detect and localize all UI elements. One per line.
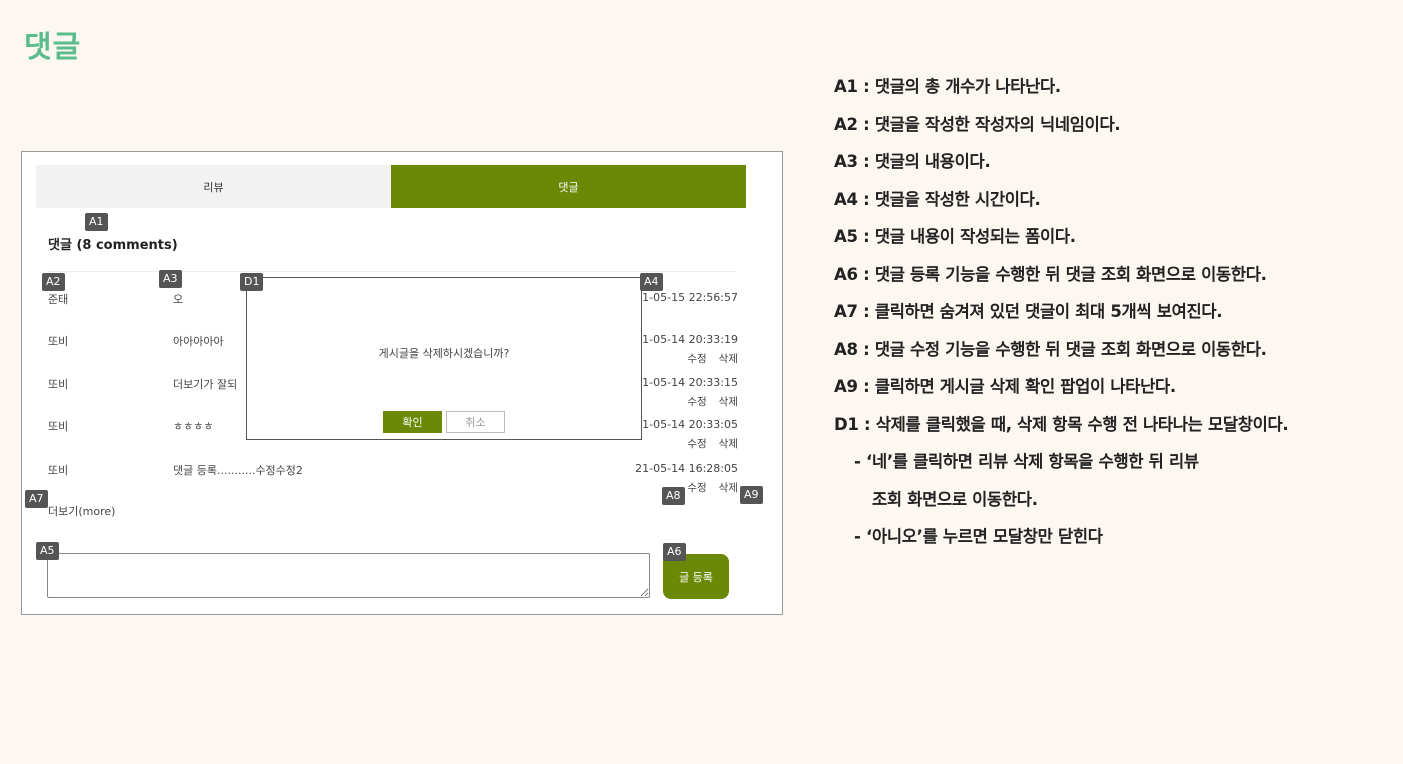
tab-comment[interactable]: 댓글 xyxy=(391,165,746,208)
comment-actions: 수정 삭제 xyxy=(675,436,738,451)
badge-d1: D1 xyxy=(240,273,264,291)
comment-time: 21-05-14 16:28:05 xyxy=(635,462,738,475)
description-line: - ‘네’를 클릭하면 리뷰 삭제 항목을 수행한 뒤 리뷰 xyxy=(854,452,1199,471)
description-line: A9 : 클릭하면 게시글 삭제 확인 팝업이 나타난다. xyxy=(834,377,1176,396)
description-line: A6 : 댓글 등록 기능을 수행한 뒤 댓글 조회 화면으로 이동한다. xyxy=(834,264,1267,284)
delete-button[interactable]: 삭제 xyxy=(719,353,738,365)
edit-button[interactable]: 수정 xyxy=(687,353,706,365)
comment-author: 또비 xyxy=(48,420,69,433)
comment-time: 21-05-14 20:33:05 xyxy=(635,418,738,431)
badge-a4: A4 xyxy=(640,273,663,291)
description-line: A3 : 댓글의 내용이다. xyxy=(834,152,991,171)
comment-actions: 수정 삭제 xyxy=(675,480,738,495)
edit-button[interactable]: 수정 xyxy=(687,396,706,408)
description-line: A5 : 댓글 내용이 작성되는 폼이다. xyxy=(834,227,1076,246)
comment-content: 아아아아아 xyxy=(173,335,224,348)
comment-time: 21-05-14 20:33:19 xyxy=(635,333,738,346)
description-line: A7 : 클릭하면 숨겨져 있던 댓글이 최대 5개씩 보여진다. xyxy=(834,302,1223,321)
edit-button[interactable]: 수정 xyxy=(687,438,706,450)
divider xyxy=(48,271,736,272)
delete-button[interactable]: 삭제 xyxy=(719,438,738,450)
modal-message: 게시글을 삭제하시겠습니까? xyxy=(378,347,510,360)
page-title: 댓글 xyxy=(24,30,82,65)
comment-actions: 수정 삭제 xyxy=(675,351,738,366)
edit-button[interactable]: 수정 xyxy=(687,482,706,494)
comment-time: 21-05-15 22:56:57 xyxy=(635,291,738,304)
comment-actions: 수정 삭제 xyxy=(675,394,738,409)
badge-a1: A1 xyxy=(85,213,108,231)
comment-content: 댓글 등록...........수정수정2 xyxy=(173,464,303,477)
description-list: A1 : 댓글의 총 개수가 나타난다. A2 : 댓글을 작성한 작성자의 닉… xyxy=(834,74,1399,562)
comment-author: 또비 xyxy=(48,335,69,348)
badge-a9: A9 xyxy=(740,486,763,504)
delete-confirm-modal: 게시글을 삭제하시겠습니까? 확인 취소 xyxy=(246,277,642,440)
comment-content: 오 xyxy=(173,293,184,306)
tab-review[interactable]: 리뷰 xyxy=(36,165,391,208)
comment-content: 더보기가 잘되 xyxy=(173,378,238,391)
modal-cancel-button[interactable]: 취소 xyxy=(446,411,505,433)
comment-row: 또비 댓글 등록...........수정수정2 21-05-14 16:28:… xyxy=(48,462,738,502)
description-line: A2 : 댓글을 작성한 작성자의 닉네임이다. xyxy=(834,114,1121,134)
delete-button[interactable]: 삭제 xyxy=(719,396,738,408)
description-line: 조회 화면으로 이동한다. xyxy=(872,489,1038,509)
badge-a2: A2 xyxy=(42,273,65,291)
badge-a8: A8 xyxy=(662,487,685,505)
comment-content: ㅎㅎㅎㅎ xyxy=(173,420,214,433)
delete-button[interactable]: 삭제 xyxy=(719,482,738,494)
comment-author: 준태 xyxy=(48,293,69,306)
more-link[interactable]: 더보기(more) xyxy=(48,503,115,519)
comment-input[interactable] xyxy=(47,553,650,598)
description-line: - ‘아니오’를 누르면 모달창만 닫힌다 xyxy=(854,527,1103,546)
comment-time: 21-05-14 20:33:15 xyxy=(635,376,738,389)
comment-author: 또비 xyxy=(48,378,69,391)
description-line: A4 : 댓글을 작성한 시간이다. xyxy=(834,189,1041,209)
comment-count-title: 댓글 (8 comments) xyxy=(48,238,178,253)
description-line: A8 : 댓글 수정 기능을 수행한 뒤 댓글 조회 화면으로 이동한다. xyxy=(834,339,1267,359)
description-line: A1 : 댓글의 총 개수가 나타난다. xyxy=(834,77,1061,96)
badge-a7: A7 xyxy=(25,490,48,508)
description-line: D1 : 삭제를 클릭했을 때, 삭제 항목 수행 전 나타나는 모달창이다. xyxy=(834,414,1289,434)
badge-a6: A6 xyxy=(663,543,686,561)
modal-ok-button[interactable]: 확인 xyxy=(383,411,442,433)
badge-a5: A5 xyxy=(36,542,59,560)
tab-bar: 리뷰 댓글 xyxy=(36,165,746,208)
comment-author: 또비 xyxy=(48,464,69,477)
badge-a3: A3 xyxy=(159,270,182,288)
